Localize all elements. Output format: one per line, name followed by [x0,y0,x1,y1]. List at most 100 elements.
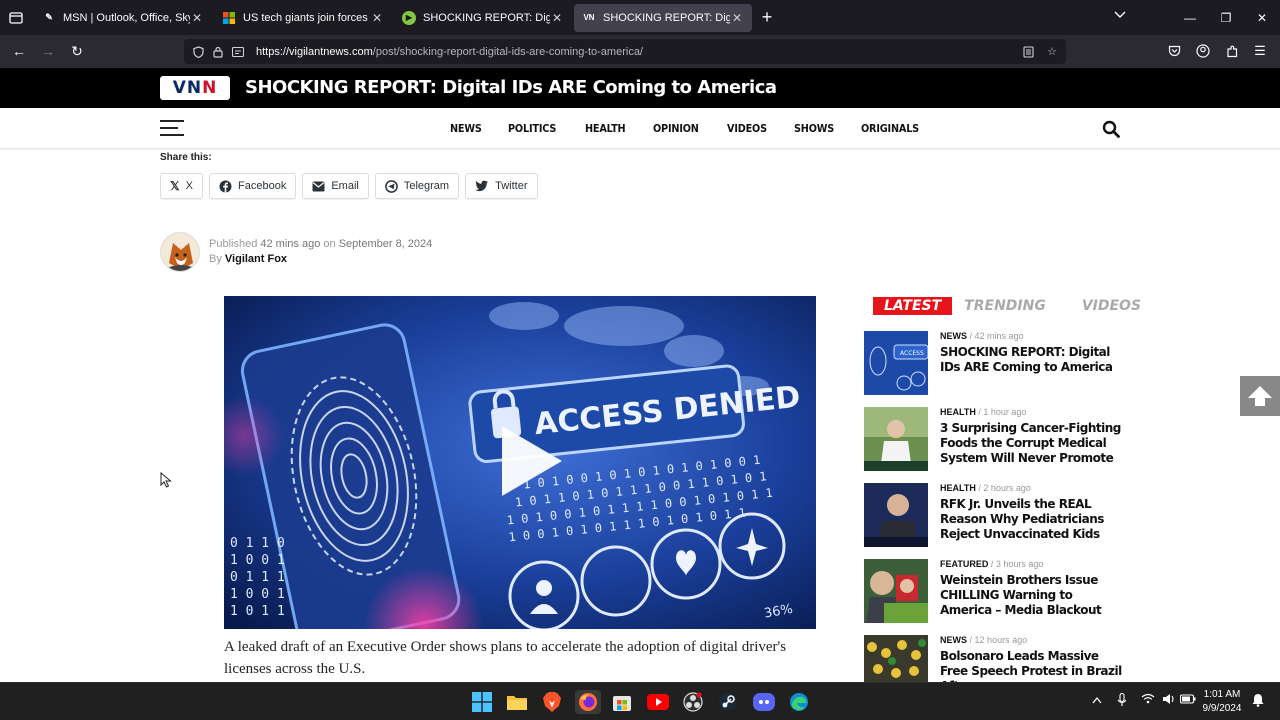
edge-icon[interactable] [787,690,811,714]
article-category[interactable]: HEALTH [940,407,976,417]
sidebar-tabs: LATEST TRENDING VIDEOS [873,297,1169,315]
article-thumbnail[interactable] [864,635,928,682]
hamburger-menu-icon[interactable] [160,120,184,136]
nav-item-originals[interactable]: ORIGINALS [861,122,919,135]
lock-icon[interactable] [208,39,228,64]
article-thumbnail[interactable] [864,407,928,471]
tray-overflow-icon[interactable] [1092,693,1102,707]
close-icon[interactable]: ✕ [190,11,204,25]
author-name[interactable]: Vigilant Fox [225,253,287,265]
discord-icon[interactable] [752,690,776,714]
obs-icon[interactable] [681,690,705,714]
share-facebook-button[interactable]: Facebook [209,173,297,199]
arrow-up-icon [1248,386,1272,406]
microphone-icon[interactable] [1117,692,1127,710]
close-icon[interactable]: ✕ [550,11,564,25]
article-headline[interactable]: RFK Jr. Unveils the REAL Reason Why Pedi… [940,497,1122,542]
share-email-button[interactable]: Email [302,173,369,199]
tab-videos[interactable]: VIDEOS [1073,298,1150,314]
article-thumbnail[interactable]: ACCESS [864,331,928,395]
close-icon[interactable]: ✕ [370,11,384,25]
bookmark-star-icon[interactable]: ☆ [1042,39,1062,64]
binary-text: 1 0 1 1 [230,604,285,619]
browser-tab-microsoft[interactable]: US tech giants join forces to cre ✕ [214,4,392,32]
nav-item-opinion[interactable]: OPINION [653,122,699,135]
minimize-icon[interactable]: — [1172,0,1208,35]
facebook-icon [219,180,232,193]
back-icon[interactable]: ← [8,41,30,61]
meta-separator: / [978,407,981,417]
publish-meta: Published 42 mins ago on September 8, 20… [209,238,432,250]
reader-view-icon[interactable] [1018,39,1038,64]
nav-item-health[interactable]: HEALTH [585,122,626,135]
restore-icon[interactable]: ❐ [1208,0,1244,35]
new-tab-icon[interactable]: + [752,7,782,28]
menu-icon[interactable]: ☰ [1249,41,1271,61]
share-x-label: X [185,180,194,192]
search-icon[interactable] [1102,120,1120,138]
notification-bell-icon[interactable] [1252,693,1264,710]
meta-separator: / [978,483,981,493]
reload-icon[interactable]: ↻ [66,41,88,61]
microsoft-store-icon[interactable] [610,690,634,714]
account-icon[interactable] [1192,41,1214,61]
browser-tab-rumble[interactable]: ▶ SHOCKING REPORT: Digital IDs ✕ [394,4,572,32]
close-icon[interactable]: ✕ [730,11,744,25]
site-menu-bar: NEWS POLITICS HEALTH OPINION VIDEOS SHOW… [0,108,1280,149]
nav-item-shows[interactable]: SHOWS [794,122,834,135]
article-category[interactable]: NEWS [940,331,967,341]
forward-icon[interactable]: → [37,41,59,61]
youtube-icon[interactable] [646,690,670,714]
windows-start-icon[interactable] [470,690,494,714]
url-bar[interactable]: https://vigilantnews.com/post/shocking-r… [184,39,1066,64]
article-category[interactable]: NEWS [940,635,967,645]
article-thumbnail[interactable] [864,559,928,623]
pocket-icon[interactable] [1163,41,1185,61]
binary-text: 1 0 0 1 [230,587,285,602]
article-caption: A leaked draft of an Executive Order sho… [224,639,787,677]
article-headline[interactable]: SHOCKING REPORT: Digital IDs ARE Coming … [940,345,1122,375]
volume-icon[interactable] [1162,693,1176,708]
article-thumbnail[interactable] [864,483,928,547]
os-taskbar: 1:01 AM 9/9/2024 [0,682,1280,720]
site-logo[interactable]: VN N [160,76,230,100]
binary-text: 0 1 1 1 [230,570,285,585]
share-x-button[interactable]: 𝕏X [160,173,204,199]
system-clock[interactable]: 1:01 AM 9/9/2024 [1200,688,1244,716]
featured-video[interactable]: 0 1 1 0 1 0 0 1 0 1 1 1 1 0 0 1 1 0 1 1 … [224,296,816,629]
x-icon: 𝕏 [170,179,180,193]
clock-time: 1:01 AM [1203,689,1241,700]
steam-icon[interactable] [716,690,740,714]
browser-tab-msn[interactable]: ✎ MSN | Outlook, Office, Skype, B ✕ [34,4,212,32]
firefox-icon[interactable] [575,690,601,714]
mouse-cursor-icon [160,471,172,493]
nav-item-politics[interactable]: POLITICS [508,122,556,135]
browser-tab-bar: ✎ MSN | Outlook, Office, Skype, B ✕ US t… [0,0,1280,35]
article-category[interactable]: FEATURED [940,559,988,569]
tab-latest[interactable]: LATEST [873,297,953,315]
window-close-icon[interactable]: ✕ [1244,0,1280,35]
msn-icon: ✎ [45,12,53,22]
nav-item-news[interactable]: NEWS [450,122,482,135]
back-to-top-button[interactable] [1240,376,1280,416]
battery-icon[interactable] [1179,693,1196,707]
share-twitter-button[interactable]: Twitter [465,173,538,199]
nav-item-videos[interactable]: VIDEOS [727,122,767,135]
url-text[interactable]: https://vigilantnews.com/post/shocking-r… [256,46,1018,58]
article-headline[interactable]: 3 Surprising Cancer-Fighting Foods the C… [940,421,1122,466]
wifi-icon[interactable] [1141,693,1155,707]
author-avatar[interactable] [160,232,200,272]
browser-tab-vnn[interactable]: VN SHOCKING REPORT: Digital IDs ✕ [574,3,752,32]
article-category[interactable]: HEALTH [940,483,976,493]
share-telegram-button[interactable]: Telegram [374,173,460,199]
chevron-down-icon[interactable] [1114,8,1126,22]
shield-icon[interactable] [188,39,208,64]
extensions-icon[interactable] [1221,41,1243,61]
brave-browser-icon[interactable] [540,690,564,714]
article-headline[interactable]: Weinstein Brothers Issue CHILLING Warnin… [940,573,1122,618]
permissions-icon[interactable] [228,39,248,64]
file-explorer-icon[interactable] [505,690,529,714]
tab-trending[interactable]: TRENDING [964,298,1054,314]
tab-list-icon[interactable] [0,0,32,35]
tab-title: US tech giants join forces to cre [243,11,370,24]
